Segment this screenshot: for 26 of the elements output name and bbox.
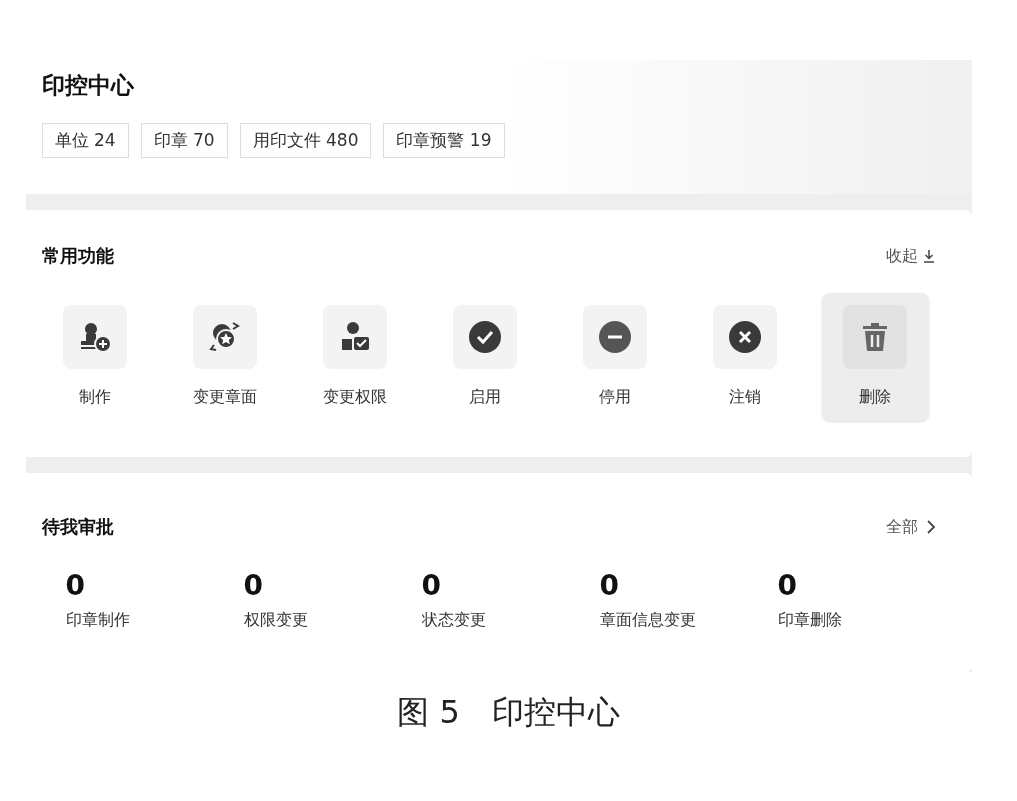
stat-tag[interactable]: 单位 24 <box>41 122 129 158</box>
approval-label: 权限变更 <box>243 609 309 631</box>
approval-label: 印章制作 <box>65 609 131 631</box>
approval-count[interactable]: 0 <box>777 572 956 600</box>
section-title: 待我审批 <box>41 515 114 539</box>
function-item[interactable]: 删除 <box>821 293 929 421</box>
collapse-button[interactable]: 收起 <box>885 243 936 268</box>
section-title: 常用功能 <box>41 244 114 268</box>
approval-count[interactable]: 0 <box>599 572 778 600</box>
stat-tag[interactable]: 用印文件 480 <box>239 122 372 158</box>
figure-caption: 图 5 印控中心 <box>397 692 620 733</box>
download-icon <box>921 248 936 263</box>
close-circle-icon <box>727 319 763 355</box>
check-circle-icon <box>467 319 503 355</box>
minus-circle-icon <box>597 319 633 355</box>
approval-count[interactable]: 0 <box>243 572 422 600</box>
stat-tag[interactable]: 印章预警 19 <box>383 122 505 158</box>
page-title: 印控中心 <box>41 71 135 100</box>
approval-label: 印章删除 <box>777 609 843 631</box>
approval-count[interactable]: 0 <box>421 572 600 600</box>
view-all-link[interactable]: 全部 <box>885 514 936 539</box>
approval-label: 状态变更 <box>421 609 487 631</box>
approval-count[interactable]: 0 <box>65 572 244 600</box>
stat-tag[interactable]: 印章 70 <box>140 122 228 158</box>
approval-label: 章面信息变更 <box>599 609 697 631</box>
chevron-right-icon <box>925 518 936 535</box>
